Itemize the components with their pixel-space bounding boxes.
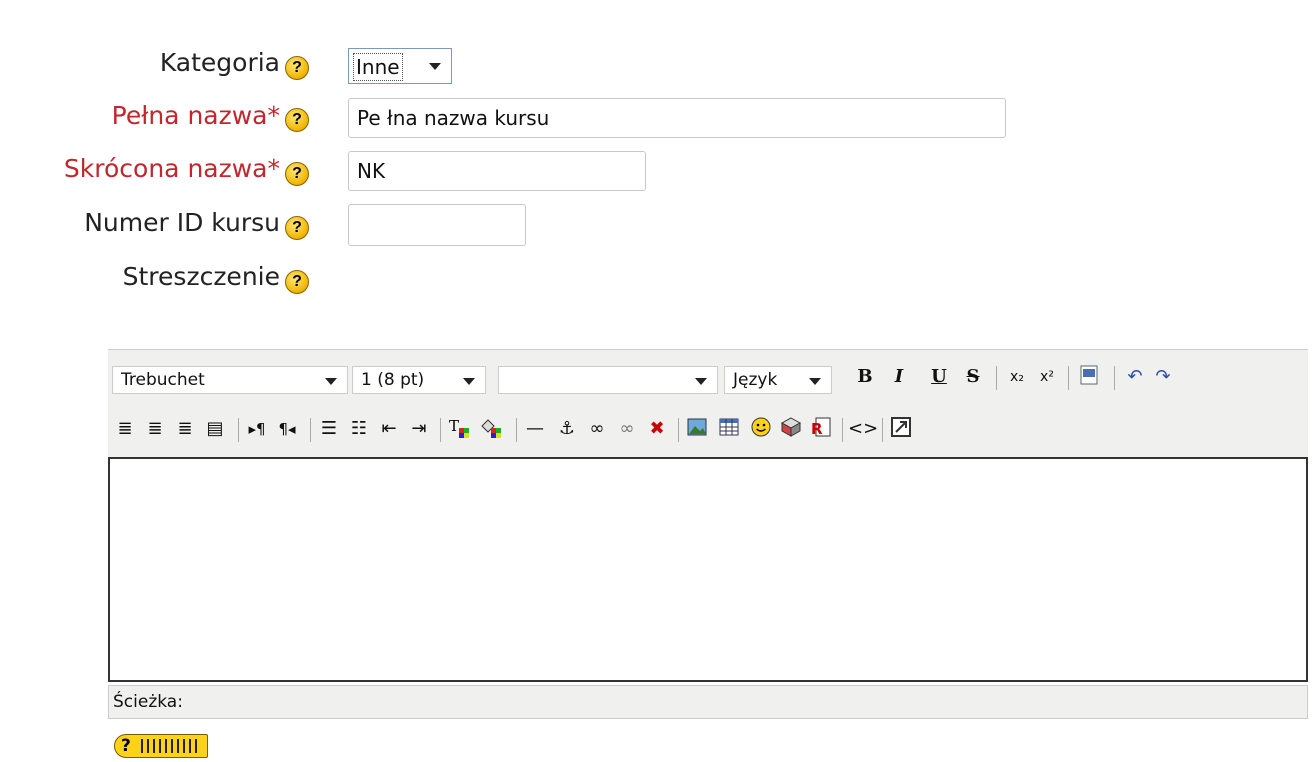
paste-word-icon[interactable] bbox=[1076, 364, 1102, 390]
strikethrough-icon[interactable]: S bbox=[960, 364, 986, 390]
undo-icon[interactable]: ↶ bbox=[1122, 364, 1148, 390]
rich-text-editor: Trebuchet 1 (8 pt) Język B I U S x₂ x² ↶… bbox=[108, 349, 1308, 719]
fullname-help-icon[interactable]: ? bbox=[285, 108, 309, 132]
bullet-list-icon[interactable]: ☷ bbox=[346, 416, 372, 442]
subscript-icon[interactable]: x₂ bbox=[1004, 364, 1030, 390]
image-icon[interactable] bbox=[684, 416, 710, 442]
align-right-icon[interactable]: ≣ bbox=[172, 416, 198, 442]
category-label: Kategoria bbox=[159, 48, 280, 77]
category-select-value: Inne bbox=[353, 53, 403, 81]
outdent-icon[interactable]: ⇤ bbox=[376, 416, 402, 442]
shortname-input[interactable]: NK bbox=[348, 151, 646, 191]
summary-help-icon[interactable]: ? bbox=[285, 270, 309, 294]
font-family-value: Trebuchet bbox=[121, 370, 205, 390]
chevron-down-icon bbox=[695, 378, 707, 385]
svg-text:T: T bbox=[449, 417, 459, 435]
editor-path-bar: Ścieżka: bbox=[108, 685, 1308, 719]
chevron-down-icon bbox=[809, 378, 821, 385]
separator bbox=[440, 418, 441, 442]
language-value: Język bbox=[733, 370, 778, 390]
table-icon[interactable] bbox=[716, 416, 742, 442]
align-left-icon[interactable]: ≣ bbox=[112, 416, 138, 442]
keyboard-icon bbox=[141, 739, 201, 753]
separator bbox=[882, 418, 883, 442]
font-size-select[interactable]: 1 (8 pt) bbox=[352, 366, 486, 394]
nolink-icon[interactable]: ✖ bbox=[644, 416, 670, 442]
format-select[interactable] bbox=[498, 366, 718, 394]
chevron-down-icon bbox=[429, 63, 441, 70]
language-select[interactable]: Język bbox=[724, 366, 832, 394]
background-color-icon[interactable] bbox=[478, 416, 504, 442]
indent-icon[interactable]: ⇥ bbox=[406, 416, 432, 442]
editor-content-area[interactable] bbox=[108, 457, 1308, 682]
summary-label: Streszczenie bbox=[122, 262, 280, 291]
horizontal-rule-icon[interactable]: — bbox=[522, 416, 548, 442]
special-char-icon[interactable] bbox=[778, 416, 804, 442]
numbered-list-icon[interactable]: ☰ bbox=[316, 416, 342, 442]
anchor-icon[interactable]: ⚓ bbox=[554, 416, 580, 442]
search-replace-icon[interactable]: R bbox=[808, 416, 834, 442]
unlink-icon[interactable]: ∞ bbox=[614, 416, 640, 442]
path-label: Ścieżka: bbox=[113, 692, 183, 712]
link-icon[interactable]: ∞ bbox=[584, 416, 610, 442]
underline-icon[interactable]: U bbox=[926, 364, 952, 390]
separator bbox=[238, 418, 239, 442]
separator bbox=[678, 418, 679, 442]
italic-icon[interactable]: I bbox=[886, 364, 912, 390]
justify-icon[interactable]: ▤ bbox=[202, 416, 228, 442]
chevron-down-icon bbox=[463, 378, 475, 385]
fullname-label: Pełna nazwa* bbox=[111, 101, 280, 130]
chevron-down-icon bbox=[325, 378, 337, 385]
separator bbox=[1068, 366, 1069, 390]
shortname-help-icon[interactable]: ? bbox=[285, 162, 309, 186]
separator bbox=[842, 418, 843, 442]
idnumber-label: Numer ID kursu bbox=[84, 208, 280, 237]
keyboard-shortcuts-help-icon[interactable]: ? bbox=[114, 734, 208, 758]
separator bbox=[1114, 366, 1115, 390]
ltr-icon[interactable]: ▸¶ bbox=[244, 416, 270, 442]
fullname-input[interactable]: Pe łna nazwa kursu bbox=[348, 98, 1006, 138]
shortname-label: Skrócona nazwa* bbox=[63, 154, 280, 183]
redo-icon[interactable]: ↷ bbox=[1150, 364, 1176, 390]
separator bbox=[516, 418, 517, 442]
category-select[interactable]: Inne bbox=[348, 48, 452, 84]
idnumber-input[interactable] bbox=[348, 204, 526, 246]
text-color-icon[interactable]: T bbox=[446, 416, 472, 442]
rtl-icon[interactable]: ¶◂ bbox=[274, 416, 300, 442]
fullscreen-icon[interactable] bbox=[888, 416, 914, 442]
idnumber-help-icon[interactable]: ? bbox=[285, 216, 309, 240]
svg-text:R: R bbox=[811, 420, 823, 438]
bold-icon[interactable]: B bbox=[852, 364, 878, 390]
editor-toolbar: Trebuchet 1 (8 pt) Język B I U S x₂ x² ↶… bbox=[108, 349, 1308, 458]
superscript-icon[interactable]: x² bbox=[1034, 364, 1060, 390]
smiley-icon[interactable] bbox=[748, 416, 774, 442]
font-size-value: 1 (8 pt) bbox=[361, 370, 425, 390]
help-question-icon: ? bbox=[121, 736, 131, 756]
font-family-select[interactable]: Trebuchet bbox=[112, 366, 348, 394]
html-source-icon[interactable]: <> bbox=[848, 416, 878, 442]
separator bbox=[996, 366, 997, 390]
separator bbox=[310, 418, 311, 442]
category-help-icon[interactable]: ? bbox=[285, 56, 309, 80]
align-center-icon[interactable]: ≣ bbox=[142, 416, 168, 442]
